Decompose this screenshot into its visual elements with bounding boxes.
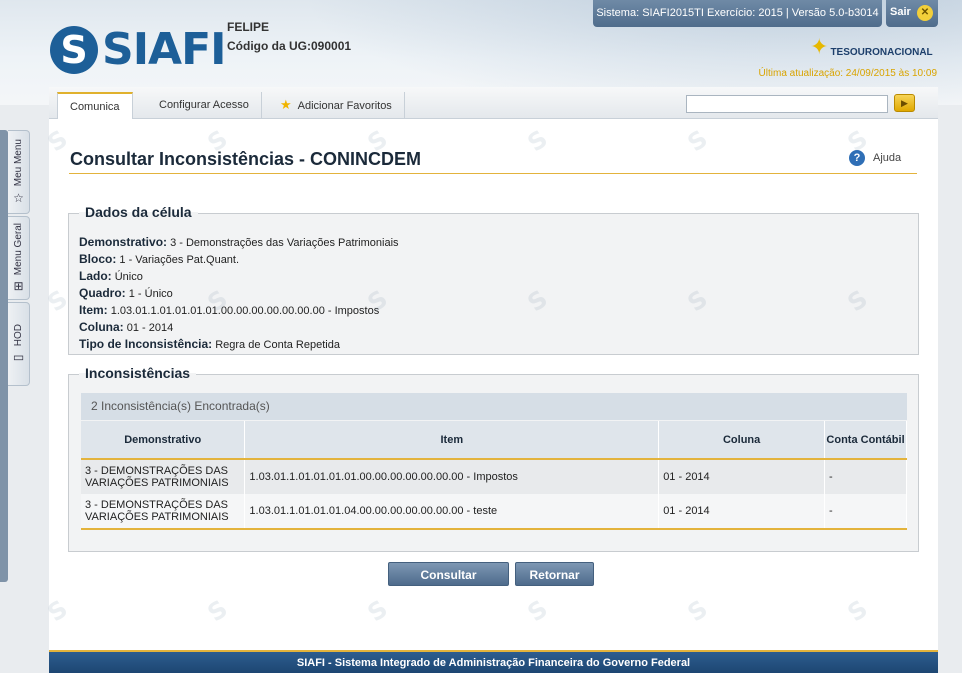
cell-coluna: 01 - 2014: [658, 494, 826, 530]
col-conta-contabil[interactable]: Conta Contábil: [824, 421, 907, 460]
menu-bar: Comunica Configurar Acesso ★ Adicionar Fa…: [49, 87, 938, 119]
star-icon: ☆: [13, 190, 24, 205]
sair-button[interactable]: Sair ✕: [886, 0, 938, 27]
star-icon: ★: [280, 97, 292, 112]
tesouro-label: TESOURONACIONAL: [830, 46, 933, 58]
system-info: Sistema: SIAFI2015TI Exercício: 2015 | V…: [593, 0, 882, 27]
cell-conta-contabil: -: [824, 494, 907, 530]
field-item: Item: 1.03.01.1.01.01.01.01.00.00.00.00.…: [79, 302, 399, 319]
tab-hod-label: HOD: [13, 323, 24, 347]
help-label: Ajuda: [873, 152, 902, 164]
field-label: Bloco:: [79, 252, 117, 266]
cell-demonstrativo: 3 - DEMONSTRAÇÕES DAS VARIAÇÕES PATRIMON…: [81, 459, 246, 494]
watermark-logo: S: [522, 594, 553, 628]
user-info: FELIPE Código da UG:090001: [227, 20, 351, 53]
menu-adicionar-favoritos[interactable]: ★ Adicionar Favoritos: [268, 92, 405, 119]
help-icon: ?: [849, 150, 865, 166]
table-row[interactable]: 3 - DEMONSTRAÇÕES DAS VARIAÇÕES PATRIMON…: [81, 494, 907, 530]
field-value: 1 - Variações Pat.Quant.: [119, 254, 240, 266]
cell-item: 1.03.01.1.01.01.01.04.00.00.00.00.00.00.…: [244, 494, 660, 530]
menu-comunica-label: Comunica: [70, 101, 120, 113]
main-panel: Comunica Configurar Acesso ★ Adicionar Fa…: [43, 87, 938, 673]
close-icon: ✕: [917, 5, 933, 21]
menu-adicionar-favoritos-label: Adicionar Favoritos: [297, 100, 392, 112]
search-input[interactable]: [686, 95, 888, 113]
tab-menu-geral-label: Menu Geral: [13, 222, 24, 276]
field-quadro: Quadro: 1 - Único: [79, 285, 399, 302]
watermark-logo: S: [202, 594, 233, 628]
consultar-regra-button[interactable]: Consultar Regra: [388, 562, 509, 606]
retornar-button[interactable]: Retornar: [515, 562, 594, 586]
watermark-logo: S: [362, 594, 393, 628]
watermark-logo: S: [682, 124, 713, 158]
field-coluna: Coluna: 01 - 2014: [79, 319, 399, 336]
field-value: 3 - Demonstrações das Variações Patrimon…: [170, 237, 399, 249]
help-link[interactable]: ? Ajuda: [849, 150, 901, 166]
siafi-logo-text: SIAFI: [102, 24, 227, 75]
field-value: Regra de Conta Repetida: [215, 339, 340, 351]
field-label: Item:: [79, 303, 108, 317]
tab-meu-menu-label: Meu Menu: [13, 139, 24, 187]
ug-value: 090001: [311, 39, 352, 53]
star-icon: ✦: [810, 34, 829, 59]
tab-menu-geral[interactable]: Menu Geral ⊞: [8, 216, 30, 300]
tesouro-logo: ✦ TESOURONACIONAL: [810, 34, 933, 60]
user-name: FELIPE: [227, 20, 270, 34]
inconsistencias-table: Demonstrativo Item Coluna Conta Contábil…: [81, 421, 907, 530]
field-value: 1.03.01.1.01.01.01.01.00.00.00.00.00.00.…: [110, 305, 380, 317]
field-label: Demonstrativo:: [79, 235, 168, 249]
field-value: 01 - 2014: [126, 322, 174, 334]
search-go-button[interactable]: ▶: [894, 94, 915, 112]
field-label: Lado:: [79, 269, 112, 283]
col-coluna[interactable]: Coluna: [658, 421, 826, 460]
watermark-logo: S: [842, 594, 873, 628]
footer: SIAFI - Sistema Integrado de Administraç…: [49, 650, 938, 673]
siafi-logo: S SIAFI: [50, 24, 227, 75]
sair-label: Sair: [890, 6, 911, 18]
cell-coluna: 01 - 2014: [658, 459, 826, 494]
ug-info: Código da UG:090001: [227, 39, 351, 53]
cell-conta-contabil: -: [824, 459, 907, 494]
watermark-logo: S: [682, 594, 713, 628]
siafi-logo-icon: S: [50, 25, 98, 74]
tab-meu-menu[interactable]: Meu Menu ☆: [8, 130, 30, 214]
monitor-icon: ▭: [12, 350, 25, 365]
field-label: Tipo de Inconsistência:: [79, 337, 213, 351]
cell-demonstrativo: 3 - DEMONSTRAÇÕES DAS VARIAÇÕES PATRIMON…: [81, 494, 246, 530]
page-title: Consultar Inconsistências - CONINCDEM: [70, 149, 422, 169]
table-row[interactable]: 3 - DEMONSTRAÇÕES DAS VARIAÇÕES PATRIMON…: [81, 459, 907, 494]
field-value: Único: [114, 271, 143, 283]
col-demonstrativo[interactable]: Demonstrativo: [81, 421, 246, 460]
watermark-logo: S: [42, 124, 73, 158]
side-tabs: Meu Menu ☆ Menu Geral ⊞ HOD ▭: [8, 130, 30, 388]
tab-hod[interactable]: HOD ▭: [8, 302, 30, 386]
col-item[interactable]: Item: [244, 421, 660, 460]
dados-celula-fieldset: Dados da célula Demonstrativo: 3 - Demon…: [68, 204, 919, 355]
dados-celula-list: Demonstrativo: 3 - Demonstrações das Var…: [79, 234, 399, 353]
menu-comunica[interactable]: Comunica: [57, 92, 133, 119]
field-value: 1 - Único: [128, 288, 173, 300]
ug-label: Código da UG:: [227, 39, 311, 53]
title-divider: [69, 173, 917, 174]
field-label: Coluna:: [79, 320, 124, 334]
inconsistencias-fieldset: Inconsistências 2 Inconsistência(s) Enco…: [68, 365, 919, 552]
field-lado: Lado: Único: [79, 268, 399, 285]
field-bloco: Bloco: 1 - Variações Pat.Quant.: [79, 251, 399, 268]
dados-celula-legend: Dados da célula: [79, 204, 198, 220]
field-label: Quadro:: [79, 286, 126, 300]
cell-item: 1.03.01.1.01.01.01.01.00.00.00.00.00.00.…: [244, 459, 660, 494]
field-tipo-inconsistencia: Tipo de Inconsistência: Regra de Conta R…: [79, 336, 399, 353]
watermark-logo: S: [42, 594, 73, 628]
field-demonstrativo: Demonstrativo: 3 - Demonstrações das Var…: [79, 234, 399, 251]
menu-configurar-acesso[interactable]: Configurar Acesso: [147, 92, 262, 119]
side-strip: [0, 130, 8, 582]
menu-configurar-acesso-label: Configurar Acesso: [159, 99, 249, 111]
sitemap-icon: ⊞: [13, 279, 24, 294]
watermark-logo: S: [522, 124, 553, 158]
last-update: Última atualização: 24/09/2015 às 10:09: [758, 68, 937, 79]
inconsistencias-legend: Inconsistências: [79, 365, 197, 381]
results-count: 2 Inconsistência(s) Encontrada(s): [81, 393, 907, 420]
arrow-right-icon: ▶: [901, 98, 908, 108]
